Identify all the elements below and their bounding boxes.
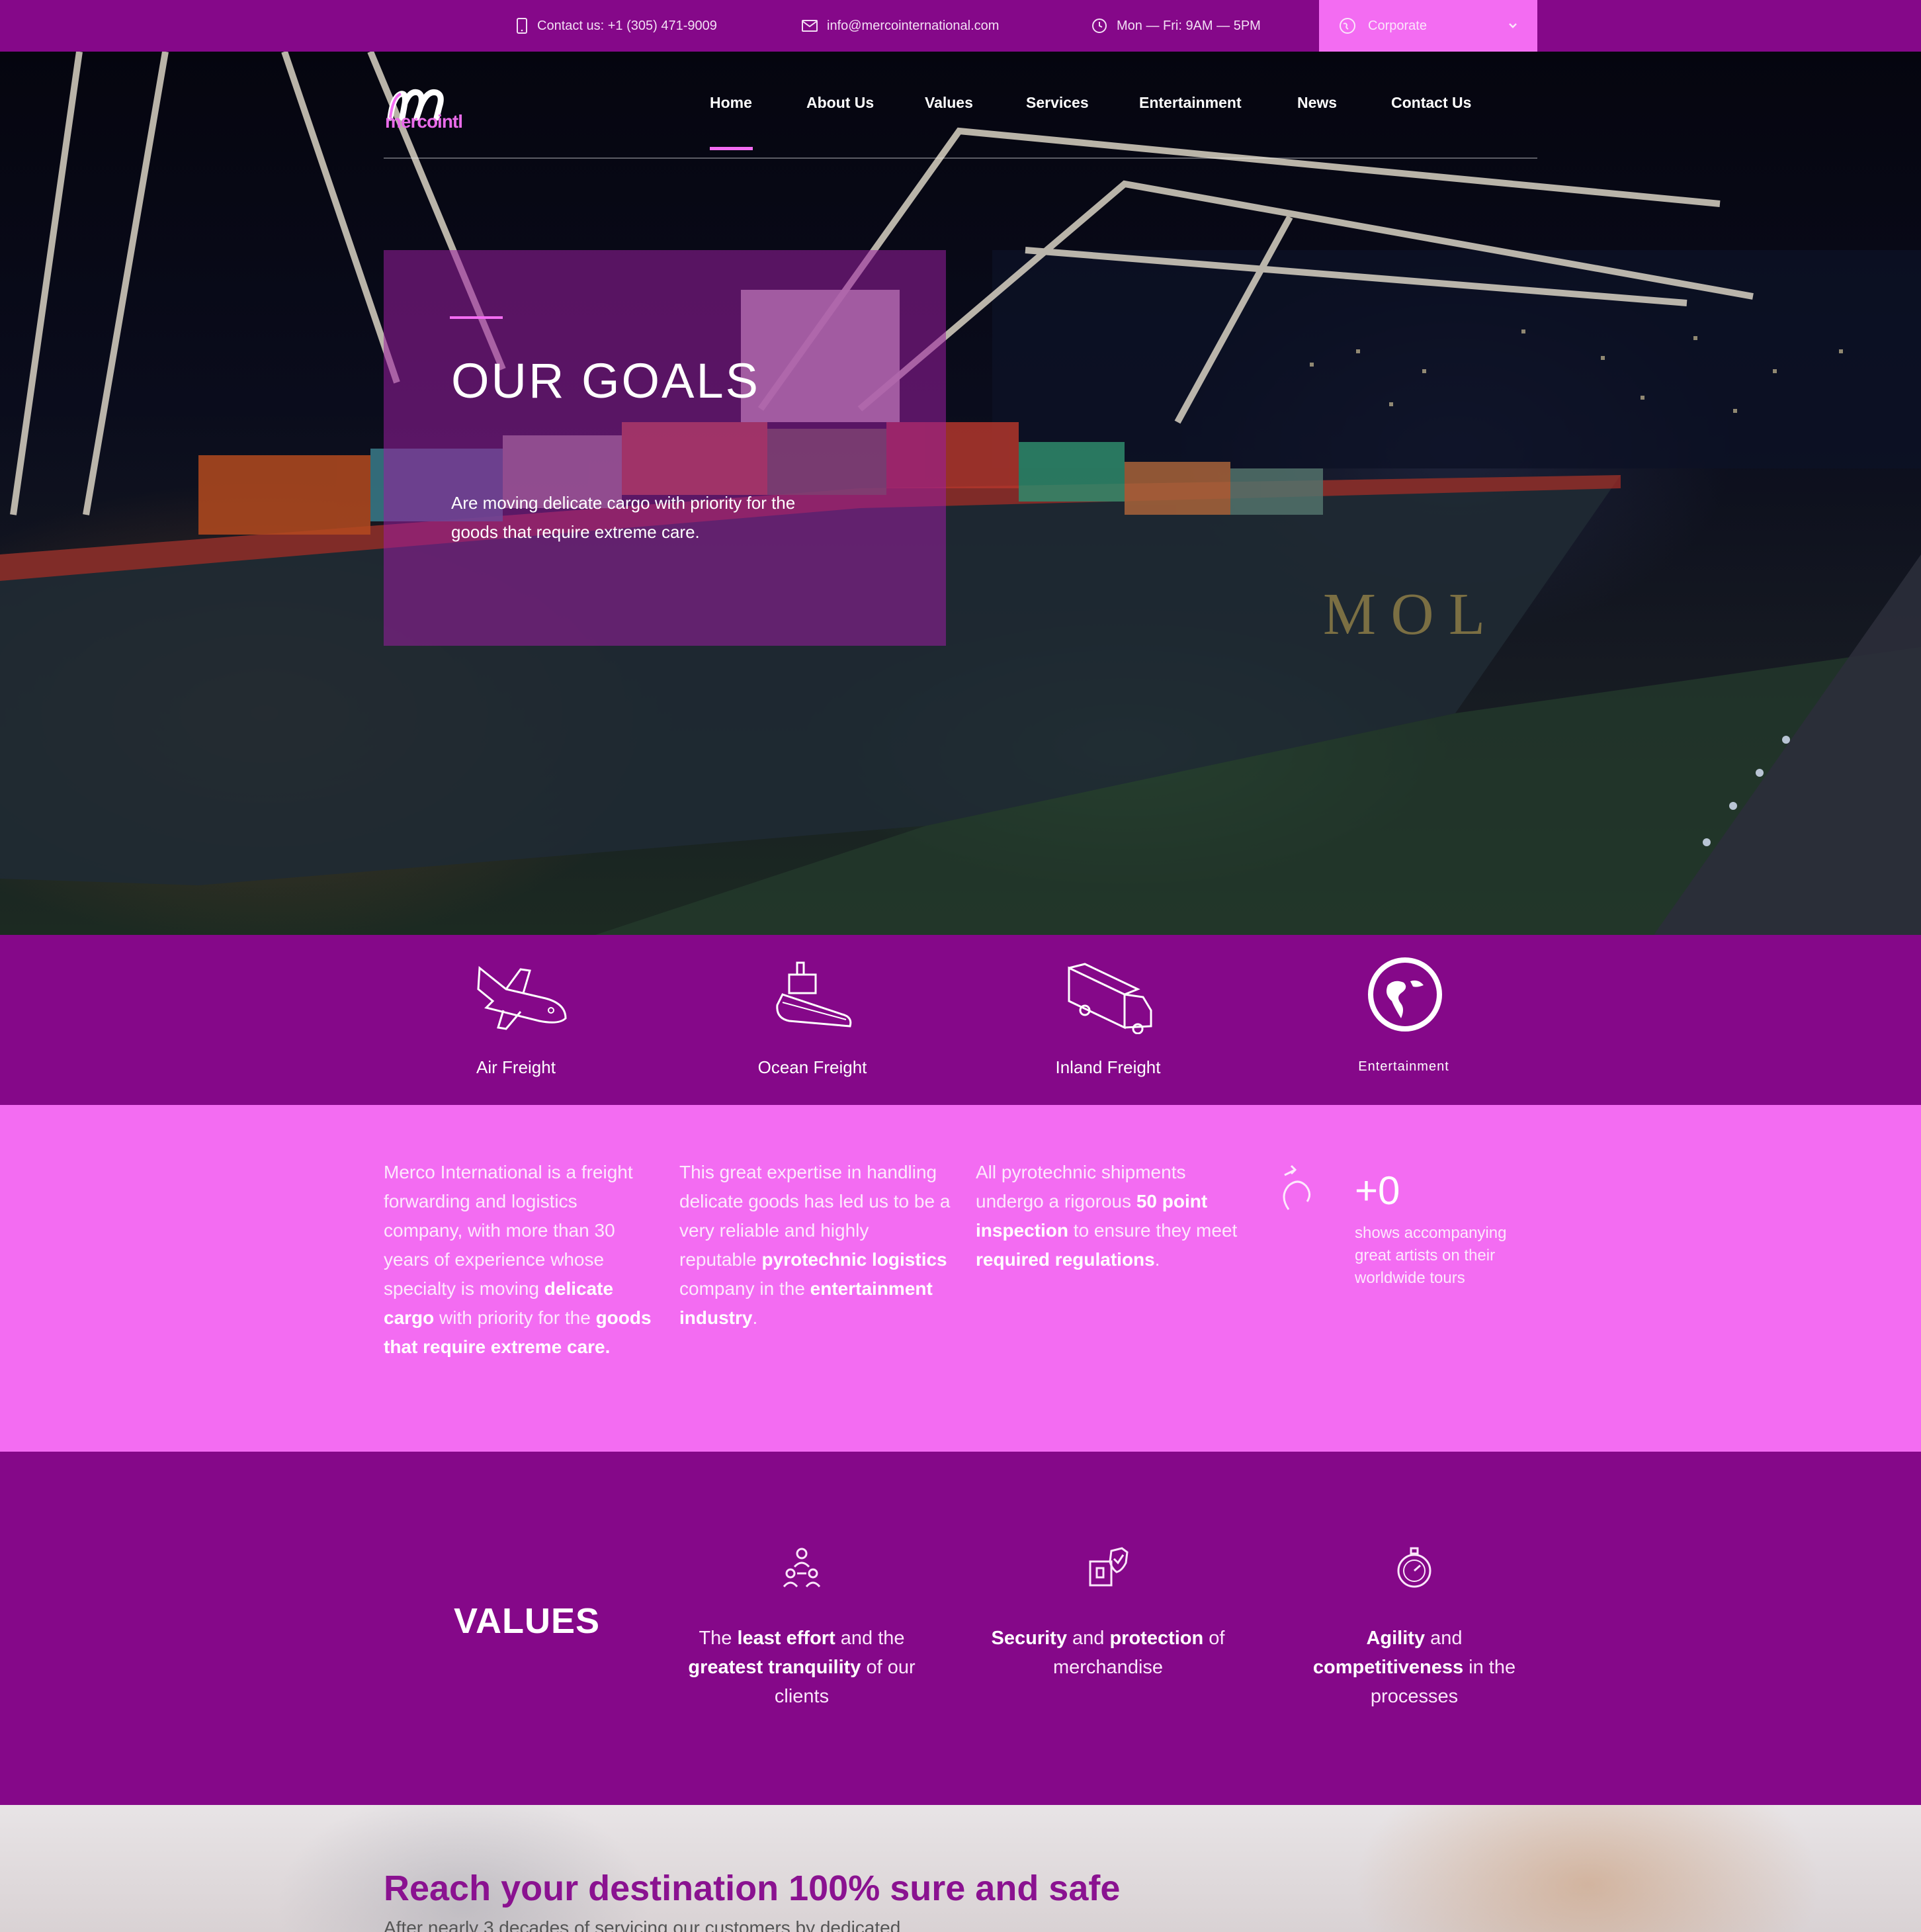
value-item-tranquility: The least effort and the greatest tranqu… xyxy=(683,1544,921,1711)
nav-entertainment[interactable]: Entertainment xyxy=(1139,94,1242,112)
values-section: VALUES The least effort and the greatest… xyxy=(0,1452,1921,1805)
logo-text: mercointl xyxy=(385,111,463,132)
hours-text: Mon — Fri: 9AM — 5PM xyxy=(1117,18,1261,33)
value-item-security: Security and protection of merchandise xyxy=(989,1544,1227,1682)
info-text: . xyxy=(752,1307,758,1328)
value-text-part: and xyxy=(1066,1628,1110,1649)
values-title: VALUES xyxy=(454,1601,601,1641)
selector-value: Corporate xyxy=(1368,18,1427,33)
phone-contact[interactable]: Contact us: +1 (305) 471-9009 xyxy=(516,0,717,52)
value-highlight: Security xyxy=(991,1628,1067,1649)
airplane-icon xyxy=(477,966,567,1030)
value-text: Agility and competitiveness in the proce… xyxy=(1295,1624,1533,1711)
service-air-freight[interactable]: Air Freight xyxy=(417,935,615,1105)
info-text: . xyxy=(1154,1249,1160,1270)
email-contact[interactable]: info@mercointernational.com xyxy=(802,0,999,52)
stopwatch-icon xyxy=(1397,1547,1431,1588)
goals-title: OUR GOALS xyxy=(451,353,760,408)
info-column-2: This great expertise in handling delicat… xyxy=(679,1158,951,1333)
nav-divider xyxy=(384,157,1537,159)
clock-icon xyxy=(1092,19,1107,33)
goals-accent-rule xyxy=(450,316,503,319)
top-bar: Contact us: +1 (305) 471-9009 info@merco… xyxy=(0,0,1921,52)
destination-title: Reach your destination 100% sure and saf… xyxy=(384,1868,1121,1908)
value-text-part: The xyxy=(699,1628,738,1649)
page: Contact us: +1 (305) 471-9009 info@merco… xyxy=(0,0,1921,1932)
service-inland-freight[interactable]: Inland Freight xyxy=(1009,935,1207,1105)
value-text-part: and xyxy=(1425,1628,1463,1649)
value-text-part: and the xyxy=(835,1628,905,1649)
phone-icon xyxy=(517,18,527,34)
service-label: Air Freight xyxy=(476,1057,556,1077)
info-highlight: pyrotechnic logistics xyxy=(761,1249,947,1270)
info-text: with priority for the xyxy=(434,1307,596,1328)
chevron-down-icon xyxy=(1509,23,1517,28)
nav-values[interactable]: Values xyxy=(925,94,973,112)
shows-count: +0 xyxy=(1355,1168,1400,1213)
hero-section: M O L mercointl Home About Us Values Ser… xyxy=(0,52,1921,935)
nav-services[interactable]: Services xyxy=(1026,94,1089,112)
nav-home[interactable]: Home xyxy=(710,94,752,112)
value-highlight: Agility xyxy=(1366,1628,1426,1649)
port-background-image: M O L xyxy=(0,52,1921,935)
value-highlight: competitiveness xyxy=(1312,1657,1464,1678)
ship-icon xyxy=(776,961,852,1028)
people-icon xyxy=(783,1548,821,1588)
nav-active-indicator xyxy=(710,147,753,150)
service-label: Entertainment xyxy=(1358,1059,1449,1074)
fireworks-icon xyxy=(1283,1164,1310,1210)
service-label: Inland Freight xyxy=(1055,1057,1161,1077)
info-text: to ensure they meet xyxy=(1068,1220,1238,1241)
email-text: info@mercointernational.com xyxy=(827,18,1000,33)
service-entertainment[interactable]: Entertainment xyxy=(1304,935,1503,1105)
svg-text:M O L: M O L xyxy=(1323,582,1485,647)
truck-icon xyxy=(1068,963,1152,1034)
nav-about-us[interactable]: About Us xyxy=(806,94,874,112)
shows-description: shows accompanying great artists on thei… xyxy=(1355,1224,1507,1287)
info-highlight: required regulations xyxy=(976,1249,1155,1270)
value-highlight: protection xyxy=(1109,1628,1204,1649)
value-text: Security and protection of merchandise xyxy=(989,1624,1227,1682)
destination-subtitle: After nearly 3 decades of servicing our … xyxy=(384,1917,901,1932)
destination-section: Reach your destination 100% sure and saf… xyxy=(0,1805,1921,1932)
services-strip: Air Freight Ocean Freight Inland Freight xyxy=(0,935,1921,1105)
goals-panel: OUR GOALS Are moving delicate cargo with… xyxy=(384,250,946,646)
globe-icon xyxy=(1368,957,1442,1032)
nav-contact-us[interactable]: Contact Us xyxy=(1391,94,1471,112)
value-highlight: least effort xyxy=(737,1628,835,1649)
nav-news[interactable]: News xyxy=(1297,94,1337,112)
value-item-agility: Agility and competitiveness in the proce… xyxy=(1295,1544,1533,1711)
about-info-section: Merco International is a freight forward… xyxy=(0,1105,1921,1452)
value-highlight: greatest tranquility xyxy=(688,1657,861,1678)
info-column-1: Merco International is a freight forward… xyxy=(384,1158,655,1362)
globe-small-icon xyxy=(1340,18,1355,34)
corporate-selector[interactable]: Corporate xyxy=(1319,0,1537,52)
service-label: Ocean Freight xyxy=(757,1057,867,1077)
secure-box-icon xyxy=(1089,1547,1129,1587)
service-ocean-freight[interactable]: Ocean Freight xyxy=(713,935,912,1105)
value-text: The least effort and the greatest tranqu… xyxy=(683,1624,921,1711)
business-hours: Mon — Fri: 9AM — 5PM xyxy=(1091,0,1261,52)
mail-icon xyxy=(802,20,818,32)
goals-text: Are moving delicate cargo with priority … xyxy=(451,493,796,542)
info-column-3: All pyrotechnic shipments undergo a rigo… xyxy=(976,1158,1247,1274)
phone-text: Contact us: +1 (305) 471-9009 xyxy=(537,18,717,33)
info-text: company in the xyxy=(679,1278,810,1299)
